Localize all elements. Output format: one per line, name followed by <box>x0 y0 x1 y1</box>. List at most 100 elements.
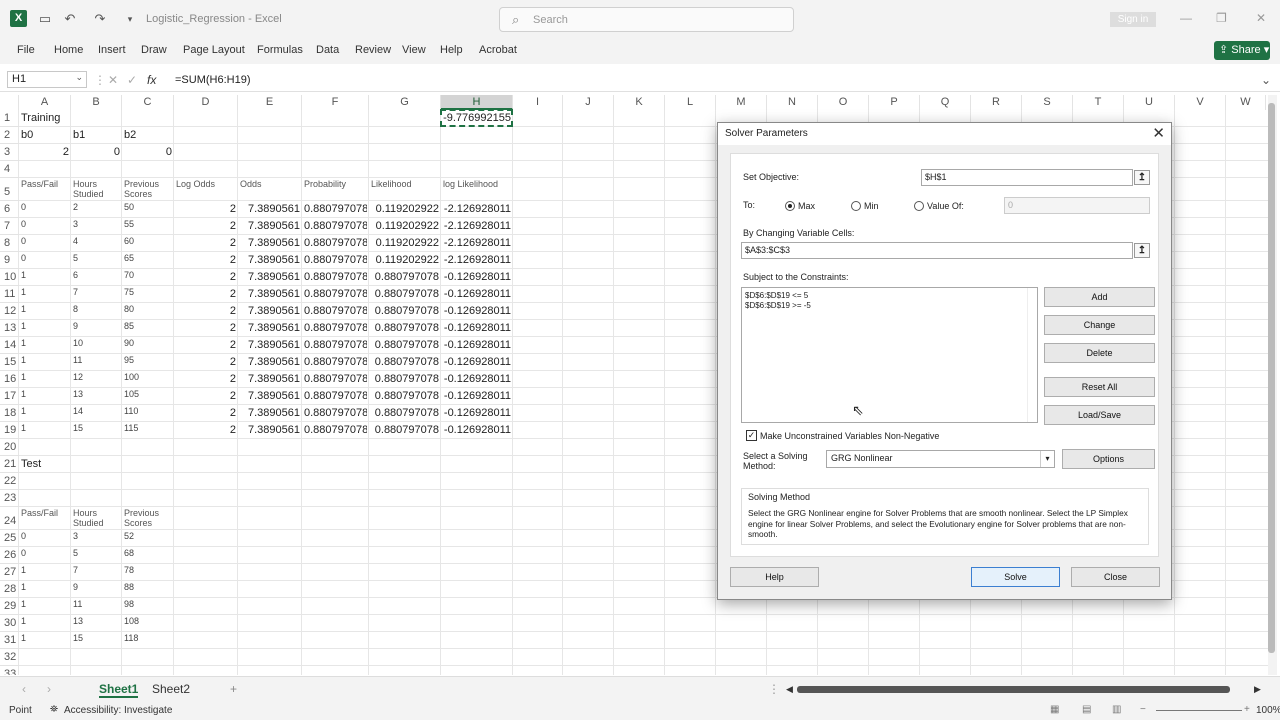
restore-icon[interactable]: ❐ <box>1216 11 1227 25</box>
menu-help[interactable]: Help <box>440 44 463 56</box>
cell-a3[interactable]: 2 <box>21 144 69 161</box>
non-negative-checkbox[interactable]: ✓ <box>746 430 757 441</box>
row-header-13[interactable]: 13 <box>0 320 19 337</box>
column-header-u[interactable]: U <box>1124 95 1175 110</box>
select-all-corner[interactable] <box>0 95 19 110</box>
row-header-14[interactable]: 14 <box>0 337 19 354</box>
column-header-q[interactable]: Q <box>920 95 971 110</box>
column-header-o[interactable]: O <box>818 95 869 110</box>
cell-c24[interactable]: Previous Scores <box>124 507 172 530</box>
autosave-icon[interactable]: ▭ <box>37 11 53 27</box>
collapse-dialog-icon[interactable]: ↥ <box>1134 243 1150 258</box>
row-header-26[interactable]: 26 <box>0 547 19 564</box>
cell-b25[interactable]: 3 <box>73 530 120 547</box>
row-header-28[interactable]: 28 <box>0 581 19 598</box>
options-button[interactable]: Options <box>1062 449 1155 469</box>
row-header-33[interactable]: 33 <box>0 666 19 675</box>
cell-d11[interactable]: 2 <box>176 286 236 303</box>
cell-h7[interactable]: -2.126928011 <box>443 218 511 235</box>
cell-a2[interactable]: b0 <box>21 127 69 144</box>
constraint-item[interactable]: $D$6:$D$19 <= 5 <box>745 291 1034 301</box>
value-of-radio[interactable] <box>914 201 924 211</box>
cell-b30[interactable]: 13 <box>73 615 120 632</box>
column-header-i[interactable]: I <box>513 95 563 110</box>
cell-a28[interactable]: 1 <box>21 581 69 598</box>
tab-split-icon[interactable]: ⋮ <box>768 682 780 696</box>
cell-c28[interactable]: 88 <box>124 581 172 598</box>
cell-f12[interactable]: 0.880797078 <box>304 303 367 320</box>
cell-b9[interactable]: 5 <box>73 252 120 269</box>
cell-e16[interactable]: 7.3890561 <box>240 371 300 388</box>
cell-a16[interactable]: 1 <box>21 371 69 388</box>
row-header-2[interactable]: 2 <box>0 127 19 144</box>
cell-e18[interactable]: 7.3890561 <box>240 405 300 422</box>
row-header-19[interactable]: 19 <box>0 422 19 439</box>
cell-a18[interactable]: 1 <box>21 405 69 422</box>
cell-c17[interactable]: 105 <box>124 388 172 405</box>
column-header-d[interactable]: D <box>174 95 238 110</box>
cell-c9[interactable]: 65 <box>124 252 172 269</box>
normal-view-icon[interactable]: ▦ <box>1050 704 1059 715</box>
close-window-icon[interactable]: ✕ <box>1256 11 1266 25</box>
cell-d5[interactable]: Log Odds <box>176 178 236 201</box>
cell-b29[interactable]: 11 <box>73 598 120 615</box>
constraint-item[interactable]: $D$6:$D$19 >= -5 <box>745 301 1034 311</box>
row-header-8[interactable]: 8 <box>0 235 19 252</box>
column-header-e[interactable]: E <box>238 95 302 110</box>
constraints-scrollbar[interactable] <box>1027 288 1037 422</box>
cell-g18[interactable]: 0.880797078 <box>371 405 439 422</box>
cell-e19[interactable]: 7.3890561 <box>240 422 300 439</box>
row-header-5[interactable]: 5 <box>0 178 19 201</box>
vertical-scroll-thumb[interactable] <box>1268 103 1275 653</box>
cell-a7[interactable]: 0 <box>21 218 69 235</box>
sign-in-button[interactable]: Sign in <box>1110 12 1156 27</box>
cell-b15[interactable]: 11 <box>73 354 120 371</box>
zoom-out-icon[interactable]: − <box>1140 704 1146 715</box>
cell-a10[interactable]: 1 <box>21 269 69 286</box>
cell-d18[interactable]: 2 <box>176 405 236 422</box>
cell-e7[interactable]: 7.3890561 <box>240 218 300 235</box>
cell-h19[interactable]: -0.126928011 <box>443 422 511 439</box>
customize-toolbar-icon[interactable]: ▾ <box>122 11 138 27</box>
add-button[interactable]: Add <box>1044 287 1155 307</box>
cell-f14[interactable]: 0.880797078 <box>304 337 367 354</box>
row-header-23[interactable]: 23 <box>0 490 19 507</box>
row-header-11[interactable]: 11 <box>0 286 19 303</box>
cell-a13[interactable]: 1 <box>21 320 69 337</box>
page-layout-view-icon[interactable]: ▤ <box>1082 704 1091 715</box>
cell-g16[interactable]: 0.880797078 <box>371 371 439 388</box>
cell-d13[interactable]: 2 <box>176 320 236 337</box>
cell-g6[interactable]: 0.119202922 <box>371 201 439 218</box>
cell-f11[interactable]: 0.880797078 <box>304 286 367 303</box>
cell-c2[interactable]: b2 <box>124 127 172 144</box>
cell-c26[interactable]: 68 <box>124 547 172 564</box>
row-header-30[interactable]: 30 <box>0 615 19 632</box>
cell-e9[interactable]: 7.3890561 <box>240 252 300 269</box>
cell-b19[interactable]: 15 <box>73 422 120 439</box>
cell-f17[interactable]: 0.880797078 <box>304 388 367 405</box>
undo-icon[interactable]: ↶ <box>62 11 78 27</box>
cell-a24[interactable]: Pass/Fail <box>21 507 69 530</box>
cell-e13[interactable]: 7.3890561 <box>240 320 300 337</box>
row-header-16[interactable]: 16 <box>0 371 19 388</box>
cell-d15[interactable]: 2 <box>176 354 236 371</box>
reset-all-button[interactable]: Reset All <box>1044 377 1155 397</box>
row-header-12[interactable]: 12 <box>0 303 19 320</box>
row-header-31[interactable]: 31 <box>0 632 19 649</box>
cell-b18[interactable]: 14 <box>73 405 120 422</box>
cell-h16[interactable]: -0.126928011 <box>443 371 511 388</box>
cell-e15[interactable]: 7.3890561 <box>240 354 300 371</box>
cell-f10[interactable]: 0.880797078 <box>304 269 367 286</box>
cell-c3[interactable]: 0 <box>124 144 172 161</box>
help-button[interactable]: Help <box>730 567 819 587</box>
menu-home[interactable]: Home <box>54 44 83 56</box>
cell-h13[interactable]: -0.126928011 <box>443 320 511 337</box>
row-header-6[interactable]: 6 <box>0 201 19 218</box>
objective-input[interactable]: $H$1 <box>921 169 1133 186</box>
tab-sheet2[interactable]: Sheet2 <box>152 682 190 696</box>
column-header-g[interactable]: G <box>369 95 441 110</box>
close-icon[interactable]: ✕ <box>1152 124 1165 142</box>
cell-c11[interactable]: 75 <box>124 286 172 303</box>
row-header-7[interactable]: 7 <box>0 218 19 235</box>
cell-h11[interactable]: -0.126928011 <box>443 286 511 303</box>
